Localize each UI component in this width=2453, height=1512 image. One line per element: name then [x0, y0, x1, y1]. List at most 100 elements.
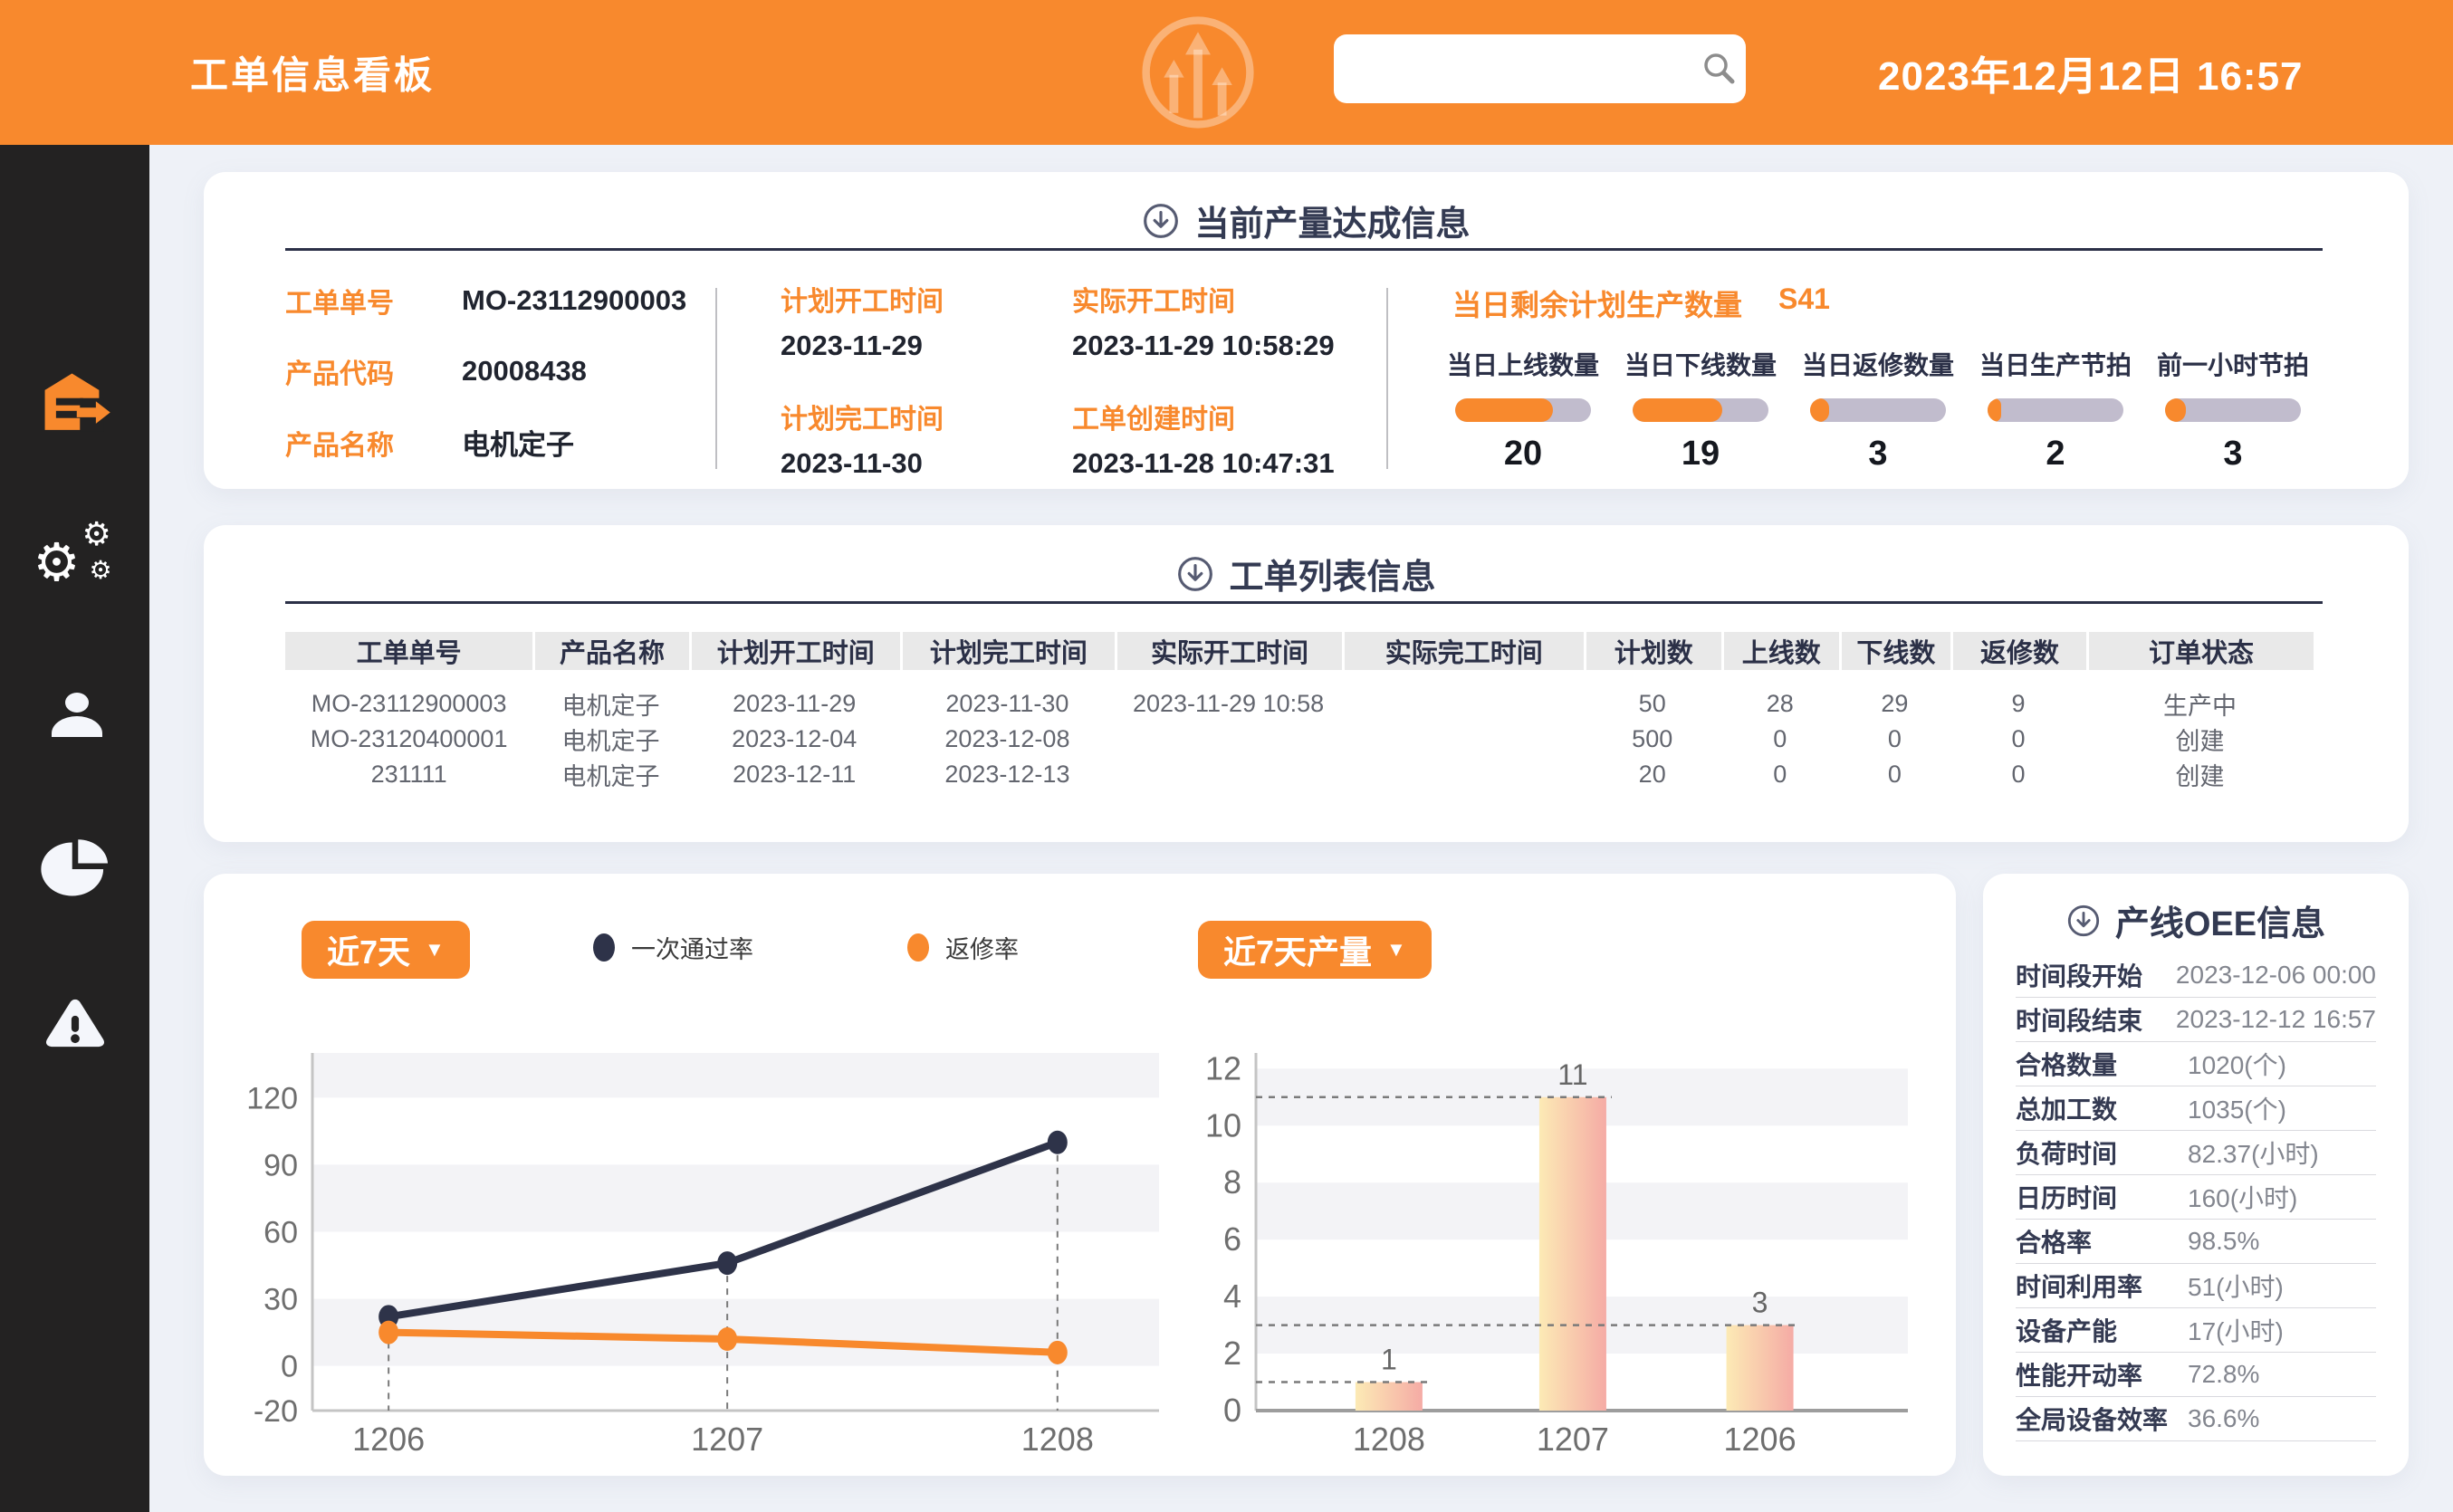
line-chart-period-dropdown[interactable]: 近7天 ▼ — [302, 921, 470, 979]
chevron-down-icon: ▼ — [425, 938, 445, 962]
oee-value: 2023-12-12 16:57 — [2176, 1005, 2376, 1034]
oee-value: 1020(个) — [2188, 1046, 2286, 1082]
legend-item-一次通过率[interactable]: 一次通过率 — [593, 930, 753, 965]
stat-label: 当日上线数量 — [1447, 346, 1599, 382]
svg-text:-20: -20 — [254, 1394, 298, 1429]
table-cell: 电机定子 — [532, 670, 688, 722]
oee-row: 总加工数1035(个) — [2016, 1086, 2376, 1131]
time-cell: 实际开工时间2023-11-29 10:58:29 — [1072, 279, 1471, 362]
stat-value: 2 — [2046, 435, 2065, 474]
dropdown-label: 近7天产量 — [1223, 926, 1372, 973]
table-cell — [1115, 757, 1342, 792]
column-header: 产品名称 — [532, 632, 688, 670]
svg-text:1207: 1207 — [1537, 1421, 1609, 1458]
time-cell: 计划完工时间2023-11-30 — [781, 397, 1072, 480]
search-input[interactable] — [1350, 34, 1700, 103]
order-list-panel: 工单列表信息 工单单号产品名称计划开工时间计划完工时间实际开工时间实际完工时间计… — [204, 525, 2409, 842]
gears-icon: ⚙ ⚙ ⚙ — [34, 515, 117, 598]
svg-text:4: 4 — [1223, 1278, 1241, 1315]
time-value: 2023-11-29 — [781, 330, 1072, 362]
table-cell: 2023-12-08 — [900, 722, 1115, 757]
oee-row: 时间利用率51(小时) — [2016, 1264, 2376, 1308]
table-row: 231111电机定子2023-12-112023-12-1320000创建 — [285, 757, 2314, 792]
divider — [715, 288, 717, 469]
sidebar-item-settings[interactable]: ⚙ ⚙ ⚙ — [0, 507, 149, 607]
daily-stat: 当日下线数量19 — [1612, 346, 1789, 474]
daily-stats: 当日上线数量20当日下线数量19当日返修数量3当日生产节拍2前一小时节拍3 — [1434, 346, 2322, 474]
stat-value: 20 — [1504, 435, 1542, 474]
search-box — [1334, 34, 1746, 103]
stat-value: 19 — [1682, 435, 1720, 474]
column-header: 上线数 — [1721, 632, 1839, 670]
table-cell: MO-23120400001 — [285, 722, 532, 757]
panel-title-text: 当前产量达成信息 — [1194, 196, 1470, 245]
oee-list: 时间段开始2023-12-06 00:00时间段结束2023-12-12 16:… — [1983, 953, 2409, 1441]
progress-fill — [1988, 398, 2001, 422]
table-cell: 电机定子 — [532, 722, 688, 757]
oee-label: 总加工数 — [2016, 1090, 2179, 1126]
user-icon — [41, 681, 110, 750]
daily-stat: 当日生产节拍2 — [1967, 346, 2144, 474]
pie-chart-icon — [38, 837, 112, 902]
remaining-value: S41 — [1778, 282, 1830, 324]
oee-label: 时间段结束 — [2016, 1001, 2167, 1038]
sidebar-item-reports[interactable] — [0, 819, 149, 919]
svg-text:2: 2 — [1223, 1335, 1241, 1372]
progress-bar — [1988, 398, 2123, 422]
current-datetime: 2023年12月12日 16:57 — [1878, 43, 2304, 101]
oee-row: 合格数量1020(个) — [2016, 1042, 2376, 1086]
svg-text:11: 11 — [1557, 1058, 1587, 1091]
oee-label: 设备产能 — [2016, 1312, 2179, 1348]
oee-value: 82.37(小时) — [2188, 1134, 2319, 1171]
oee-row: 时间段结束 2023-12-12 16:57 — [2016, 998, 2376, 1042]
pass-rate-line-chart: -200306090120120612071208 — [222, 1035, 1182, 1460]
column-header: 计划开工时间 — [689, 632, 900, 670]
circle-down-arrow-icon — [1176, 555, 1214, 593]
table-cell: 29 — [1839, 670, 1950, 722]
field-row: 产品名称电机定子 — [285, 422, 686, 463]
field-label: 产品代码 — [285, 351, 462, 391]
progress-fill — [1810, 398, 1829, 422]
oee-panel: 产线OEE信息 时间段开始2023-12-06 00:00时间段结束2023-1… — [1983, 874, 2409, 1476]
sidebar-item-users[interactable] — [0, 665, 149, 765]
order-fields: 工单单号MO-23112900003产品代码20008438产品名称电机定子 — [285, 281, 686, 463]
dropdown-label: 近7天 — [327, 926, 410, 973]
legend-item-返修率[interactable]: 返修率 — [907, 930, 1019, 965]
time-value: 2023-11-28 10:47:31 — [1072, 447, 1471, 480]
svg-text:1208: 1208 — [1021, 1421, 1094, 1458]
table-cell — [1342, 670, 1584, 722]
svg-text:30: 30 — [264, 1283, 298, 1317]
svg-text:90: 90 — [264, 1148, 298, 1182]
progress-bar — [1633, 398, 1768, 422]
panel-title-text: 产线OEE信息 — [2115, 895, 2325, 945]
time-cell: 工单创建时间2023-11-28 10:47:31 — [1072, 397, 1471, 480]
order-table: 工单单号产品名称计划开工时间计划完工时间实际开工时间实际完工时间计划数上线数下线… — [285, 632, 2314, 792]
sidebar-item-alerts[interactable] — [0, 973, 149, 1073]
table-cell: 创建 — [2086, 757, 2314, 792]
oee-label: 合格率 — [2016, 1223, 2179, 1259]
oee-value: 36.6% — [2188, 1404, 2259, 1433]
sidebar-item-work-orders[interactable] — [0, 353, 149, 453]
column-header: 实际开工时间 — [1115, 632, 1342, 670]
remaining-label: 当日剩余计划生产数量 — [1452, 282, 1742, 324]
column-header: 工单单号 — [285, 632, 532, 670]
table-cell: 2023-11-30 — [900, 670, 1115, 722]
oee-row: 性能开动率72.8% — [2016, 1353, 2376, 1397]
legend-label: 返修率 — [945, 930, 1019, 965]
oee-value: 2023-12-06 00:00 — [2176, 961, 2376, 990]
search-icon[interactable] — [1700, 49, 1739, 89]
bar-chart-period-dropdown[interactable]: 近7天产量 ▼ — [1198, 921, 1432, 979]
table-cell: 50 — [1584, 670, 1721, 722]
svg-text:3: 3 — [1752, 1287, 1768, 1319]
daily-output-bar-chart: 0246810121120811120731206 — [1193, 1035, 1935, 1460]
production-panel-title: 当前产量达成信息 — [204, 196, 2409, 245]
table-cell: 创建 — [2086, 722, 2314, 757]
table-cell — [1342, 757, 1584, 792]
time-label: 计划开工时间 — [781, 279, 1072, 319]
circle-down-arrow-icon — [2066, 904, 2101, 938]
app-header: 工单信息看板 2023年12月12日 16:57 — [0, 0, 2453, 145]
table-cell: 231111 — [285, 757, 532, 792]
svg-text:1207: 1207 — [691, 1421, 763, 1458]
svg-text:1206: 1206 — [1724, 1421, 1797, 1458]
svg-text:6: 6 — [1223, 1220, 1241, 1258]
